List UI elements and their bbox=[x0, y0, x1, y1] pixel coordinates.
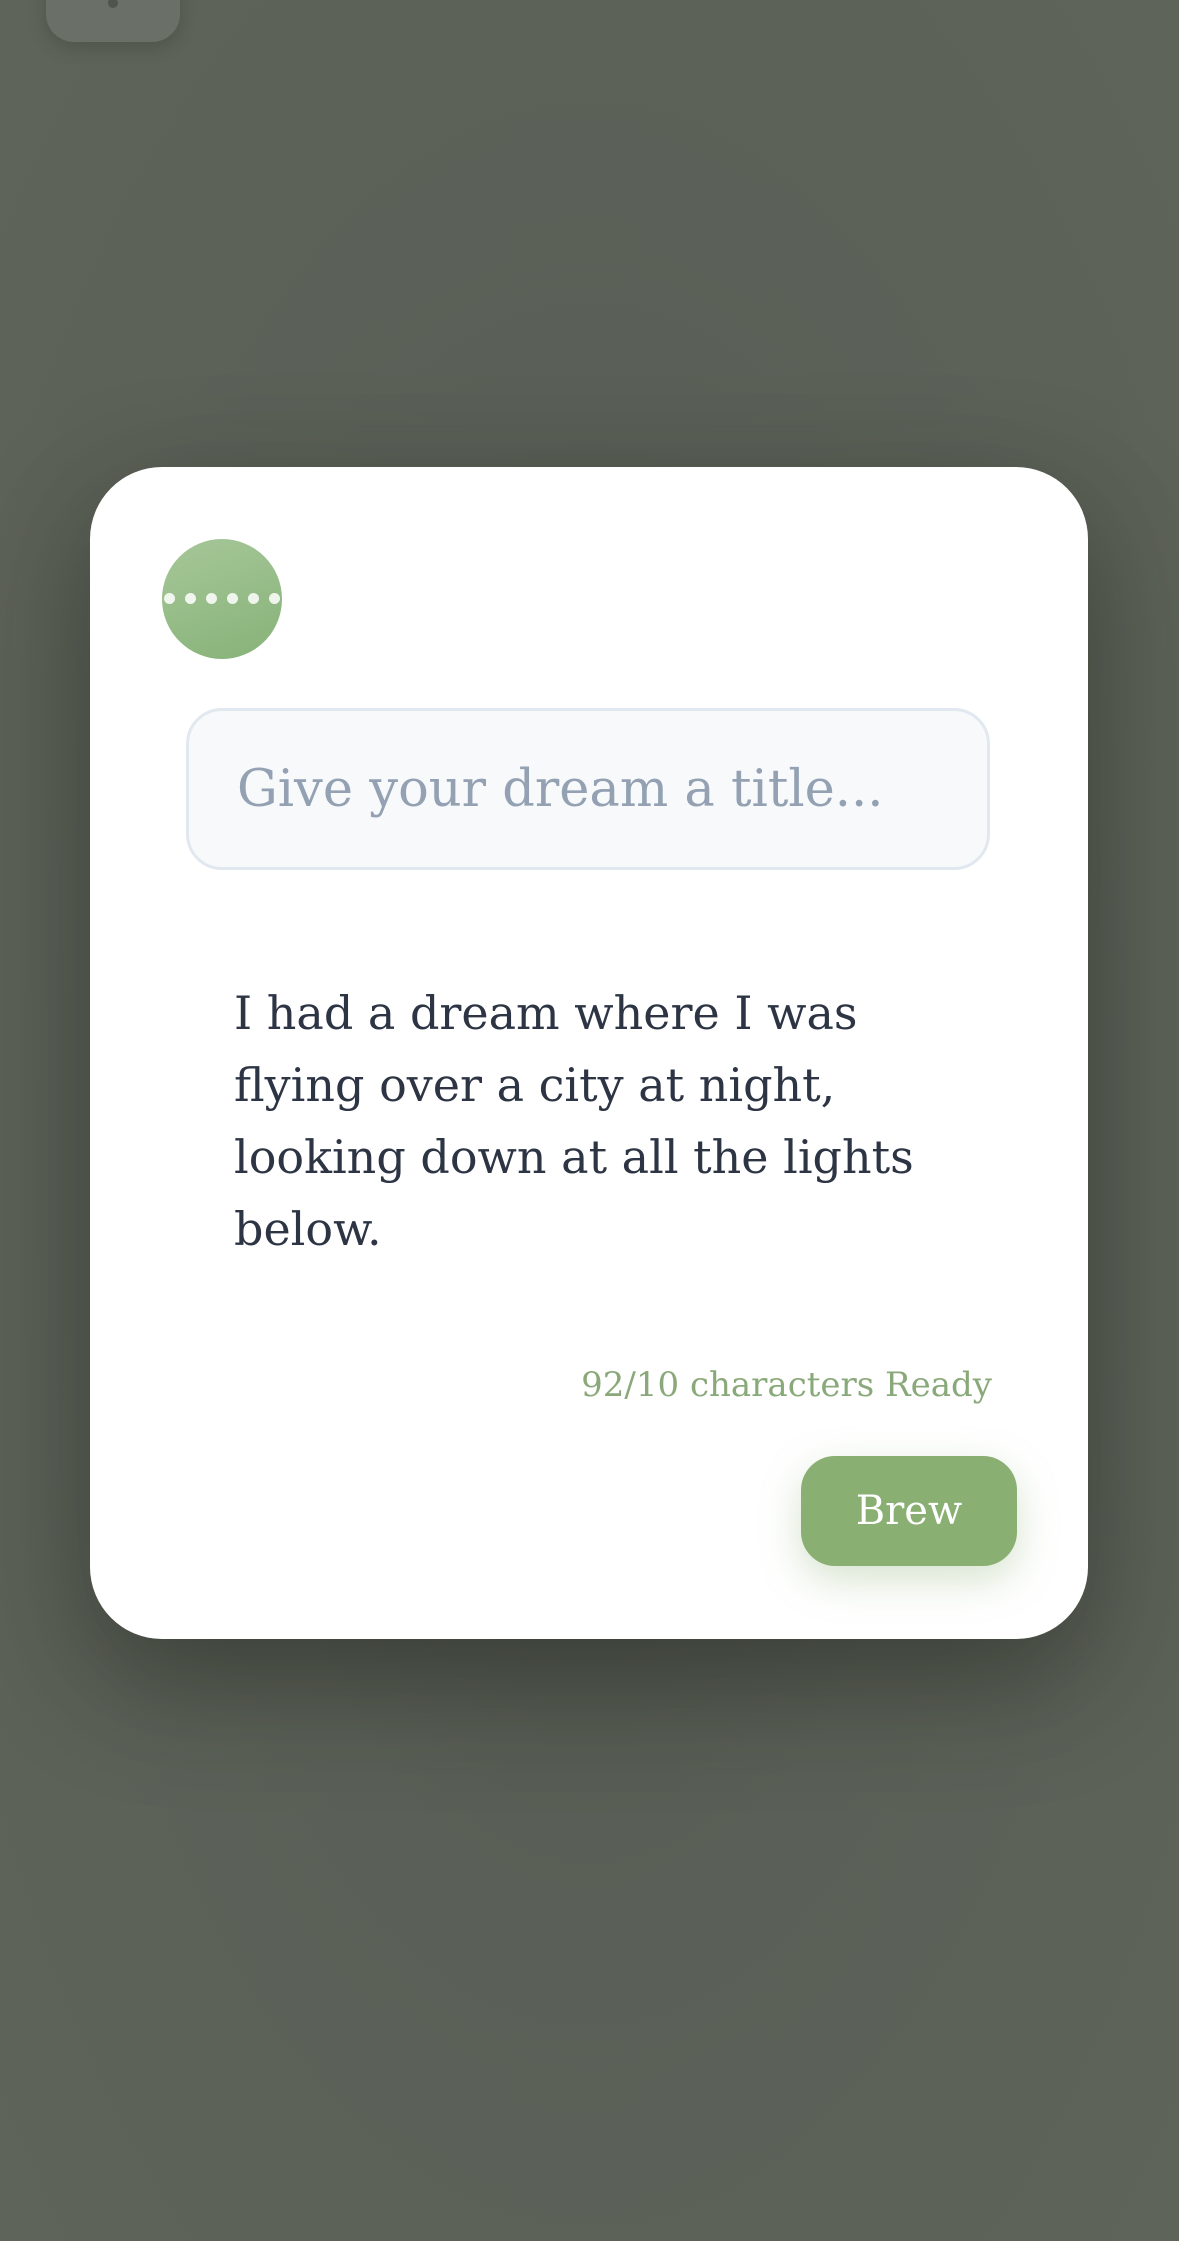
background-menu-button bbox=[46, 0, 180, 42]
dot-icon bbox=[108, 0, 118, 8]
dream-description-text[interactable]: I had a dream where I was flying over a … bbox=[234, 977, 994, 1265]
brew-button[interactable]: Brew bbox=[801, 1456, 1017, 1566]
character-count-status: 92/10 characters Ready bbox=[581, 1365, 992, 1405]
moon-dots-avatar-icon bbox=[162, 539, 282, 659]
dream-entry-dialog: I had a dream where I was flying over a … bbox=[90, 467, 1088, 1639]
loading-dots-icon bbox=[162, 592, 282, 606]
dream-title-input[interactable] bbox=[186, 708, 990, 870]
